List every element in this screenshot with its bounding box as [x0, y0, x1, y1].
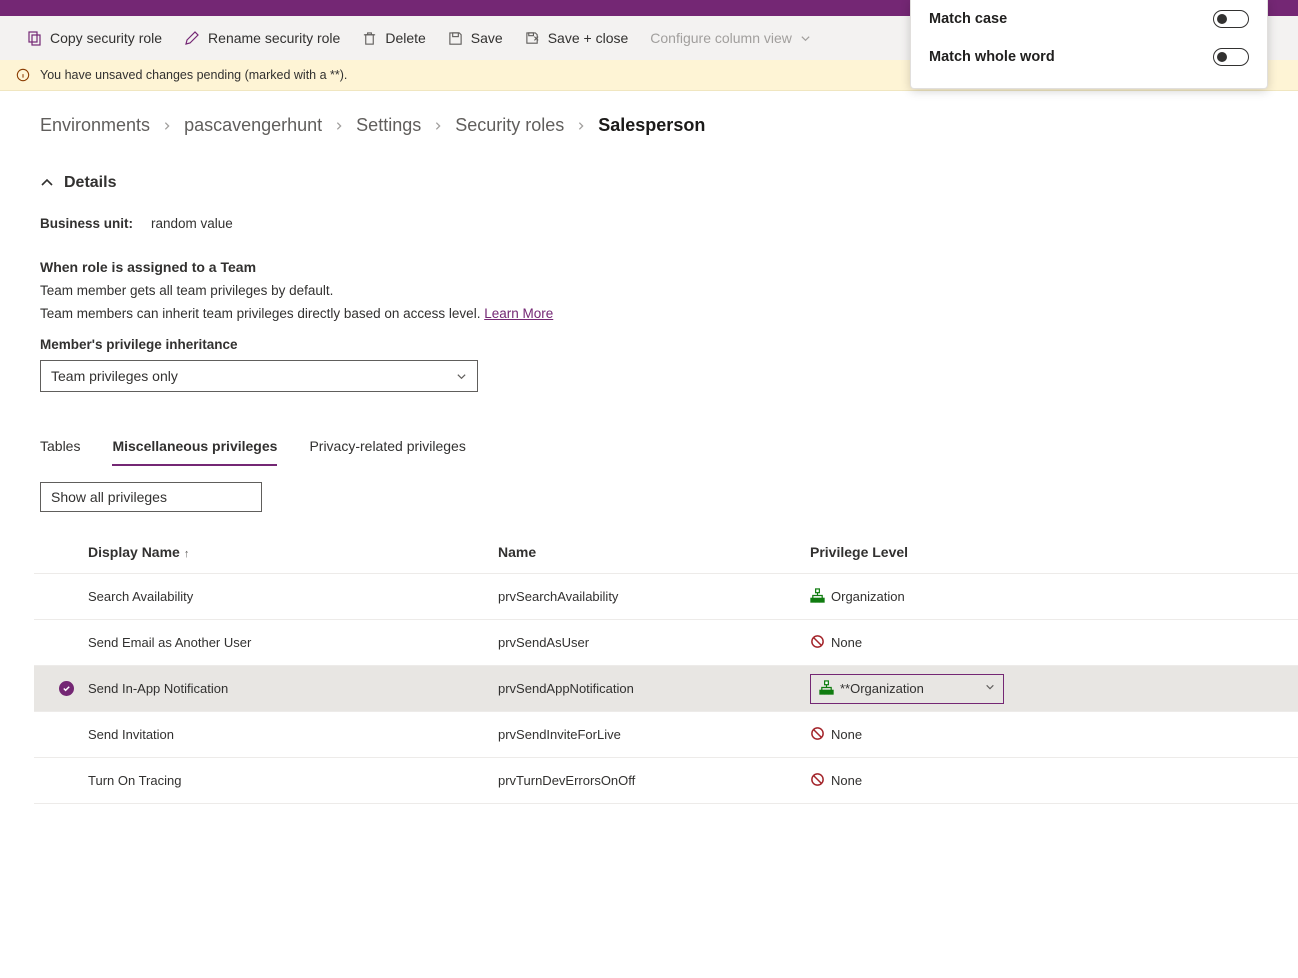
- table-row[interactable]: Send InvitationprvSendInviteForLive None: [34, 712, 1298, 758]
- match-word-row: Match whole word: [929, 38, 1249, 76]
- rename-role-button[interactable]: Rename security role: [174, 24, 350, 52]
- tab-misc-privileges[interactable]: Miscellaneous privileges: [112, 428, 277, 466]
- chevron-right-icon: [433, 121, 443, 131]
- privileges-table: Display Name ↑ Name Privilege Level Searc…: [34, 530, 1298, 804]
- row-privilege-level[interactable]: None: [810, 772, 1298, 790]
- table-row[interactable]: Send In-App NotificationprvSendAppNotifi…: [34, 666, 1298, 712]
- col-display-name[interactable]: Display Name ↑: [88, 544, 498, 560]
- copy-role-label: Copy security role: [50, 30, 162, 46]
- inheritance-value: Team privileges only: [51, 368, 178, 384]
- row-name: prvSendAsUser: [498, 635, 810, 650]
- privilege-filter-value: Show all privileges: [51, 489, 167, 505]
- row-name: prvSearchAvailability: [498, 589, 810, 604]
- none-icon: [810, 726, 825, 744]
- save-close-label: Save + close: [548, 30, 629, 46]
- chevron-right-icon: [576, 121, 586, 131]
- priv-level-text: None: [831, 727, 862, 742]
- row-display-name: Send In-App Notification: [88, 681, 498, 696]
- priv-level-text: Organization: [831, 589, 905, 604]
- chevron-right-icon: [162, 121, 172, 131]
- details-section: Details Business unit: random value When…: [0, 146, 1298, 392]
- priv-level-text: None: [831, 635, 862, 650]
- display-name-header: Display Name: [88, 544, 180, 560]
- business-unit-value: random value: [151, 216, 233, 231]
- tab-list: Tables Miscellaneous privileges Privacy-…: [0, 428, 1298, 466]
- tab-privacy-privileges[interactable]: Privacy-related privileges: [309, 428, 465, 466]
- save-icon: [448, 31, 463, 46]
- tab-tables[interactable]: Tables: [40, 428, 80, 466]
- rename-role-label: Rename security role: [208, 30, 340, 46]
- crumb-current: Salesperson: [598, 115, 705, 136]
- row-display-name: Send Email as Another User: [88, 635, 498, 650]
- delete-icon: [362, 31, 377, 46]
- row-privilege-level[interactable]: Organization: [810, 588, 1298, 606]
- crumb-environments[interactable]: Environments: [40, 115, 150, 136]
- row-privilege-level[interactable]: None: [810, 726, 1298, 744]
- table-row[interactable]: Turn On TracingprvTurnDevErrorsOnOff None: [34, 758, 1298, 804]
- team-section-header: When role is assigned to a Team: [40, 259, 1258, 275]
- save-close-button[interactable]: Save + close: [515, 24, 639, 52]
- match-word-label: Match whole word: [929, 49, 1055, 65]
- edit-icon: [184, 30, 200, 46]
- save-label: Save: [471, 30, 503, 46]
- row-display-name: Search Availability: [88, 589, 498, 604]
- priv-dropdown-value: **Organization: [840, 681, 924, 696]
- table-header-row: Display Name ↑ Name Privilege Level: [34, 530, 1298, 574]
- learn-more-link[interactable]: Learn More: [484, 306, 553, 321]
- table-row[interactable]: Search AvailabilityprvSearchAvailability…: [34, 574, 1298, 620]
- row-name: prvSendInviteForLive: [498, 727, 810, 742]
- priv-level-text: None: [831, 773, 862, 788]
- inheritance-label: Member's privilege inheritance: [40, 337, 1258, 352]
- col-priv-header[interactable]: Privilege Level: [810, 544, 1298, 560]
- chevron-down-icon: [800, 33, 811, 44]
- row-display-name: Send Invitation: [88, 727, 498, 742]
- org-icon: [819, 680, 834, 698]
- details-toggle[interactable]: Details: [40, 156, 1258, 210]
- chevron-up-icon: [40, 176, 54, 190]
- sort-asc-icon: ↑: [184, 548, 190, 560]
- crumb-env-name[interactable]: pascavengerhunt: [184, 115, 322, 136]
- team-desc-1: Team member gets all team privileges by …: [40, 283, 1258, 298]
- row-privilege-level[interactable]: **Organization: [810, 674, 1298, 704]
- copy-role-button[interactable]: Copy security role: [16, 24, 172, 52]
- business-unit-label: Business unit:: [40, 216, 133, 231]
- none-icon: [810, 634, 825, 652]
- delete-button[interactable]: Delete: [352, 24, 435, 52]
- match-word-toggle[interactable]: [1213, 48, 1249, 66]
- crumb-security-roles[interactable]: Security roles: [455, 115, 564, 136]
- chevron-right-icon: [334, 121, 344, 131]
- save-close-icon: [525, 31, 540, 46]
- row-privilege-level[interactable]: None: [810, 634, 1298, 652]
- find-options-panel: Match case Match whole word: [910, 0, 1268, 89]
- row-display-name: Turn On Tracing: [88, 773, 498, 788]
- match-case-label: Match case: [929, 11, 1007, 27]
- privilege-level-dropdown[interactable]: **Organization: [810, 674, 1004, 704]
- row-name: prvSendAppNotification: [498, 681, 810, 696]
- match-case-row: Match case: [929, 0, 1249, 38]
- chevron-down-icon: [456, 371, 467, 382]
- privilege-filter-select[interactable]: Show all privileges: [40, 482, 262, 512]
- config-column-button[interactable]: Configure column view: [640, 24, 821, 52]
- copy-icon: [26, 30, 42, 46]
- crumb-settings[interactable]: Settings: [356, 115, 421, 136]
- business-unit-row: Business unit: random value: [40, 210, 1258, 237]
- team-desc-2: Team members can inherit team privileges…: [40, 306, 484, 321]
- notice-text: You have unsaved changes pending (marked…: [40, 68, 347, 82]
- col-name-header[interactable]: Name: [498, 544, 810, 560]
- table-row[interactable]: Send Email as Another UserprvSendAsUser N…: [34, 620, 1298, 666]
- config-column-label: Configure column view: [650, 30, 792, 46]
- none-icon: [810, 772, 825, 790]
- chevron-down-icon: [985, 682, 995, 695]
- delete-label: Delete: [385, 30, 425, 46]
- details-header-label: Details: [64, 174, 116, 192]
- org-icon: [810, 588, 825, 606]
- inheritance-select[interactable]: Team privileges only: [40, 360, 478, 392]
- breadcrumb: Environments pascavengerhunt Settings Se…: [0, 91, 1298, 146]
- info-icon: [16, 68, 30, 82]
- row-check[interactable]: [44, 681, 88, 696]
- row-name: prvTurnDevErrorsOnOff: [498, 773, 810, 788]
- team-desc-2-wrap: Team members can inherit team privileges…: [40, 306, 1258, 321]
- match-case-toggle[interactable]: [1213, 10, 1249, 28]
- save-button[interactable]: Save: [438, 24, 513, 52]
